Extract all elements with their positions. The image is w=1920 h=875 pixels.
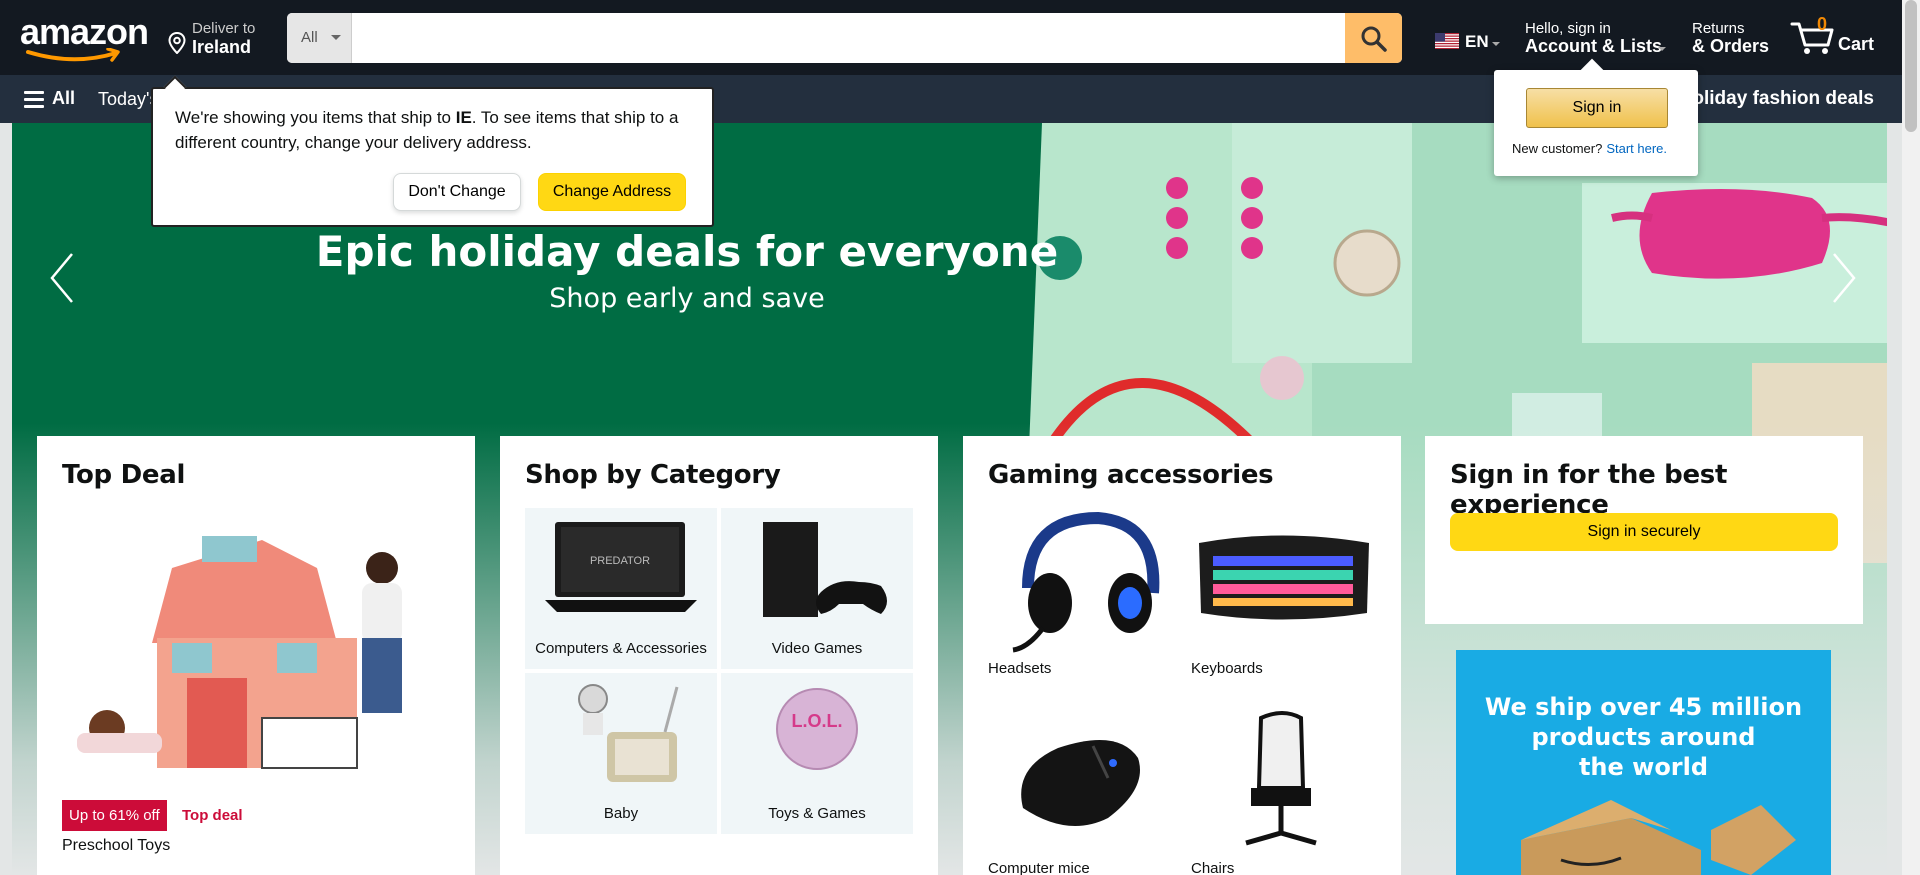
delivery-address-popover: We're showing you items that ship to IE.… (151, 75, 714, 227)
dont-change-button[interactable]: Don't Change (393, 173, 521, 211)
holiday-fashion-deals-link[interactable]: holiday fashion deals (1681, 88, 1874, 110)
card-title: Gaming accessories (988, 460, 1274, 490)
top-deal-tag: Top deal (182, 807, 243, 824)
international-shipping-banner[interactable]: We ship over 45 million products around … (1456, 650, 1831, 875)
cart-icon (1790, 22, 1834, 54)
card-title: Shop by Category (525, 460, 781, 490)
sign-in-button[interactable]: Sign in (1526, 88, 1668, 128)
chevron-down-icon (331, 35, 341, 40)
signin-card: Sign in for the best experience Sign in … (1425, 436, 1863, 624)
mouse-image (1021, 740, 1140, 826)
shop-by-category-card: Shop by Category PREDATOR Computers & Ac… (500, 436, 938, 875)
change-address-button[interactable]: Change Address (538, 173, 686, 211)
card-title: Top Deal (62, 460, 186, 490)
gaming-chairs[interactable]: Chairs (1191, 708, 1376, 875)
toy-ball-image: L.O.L. (776, 688, 858, 770)
returns-orders-link[interactable]: Returns & Orders (1692, 18, 1782, 58)
search-icon (1361, 26, 1387, 52)
card-title: Sign in for the best experience (1450, 460, 1728, 520)
hamburger-menu-icon (24, 91, 44, 112)
category-video-games[interactable]: Video Games (721, 508, 913, 669)
start-here-link[interactable]: Start here. (1606, 141, 1667, 156)
shipping-boxes-image (1521, 800, 1796, 875)
gaming-keyboards[interactable]: Keyboards (1191, 508, 1376, 708)
signin-flyout: Sign in New customer? Start here. (1494, 58, 1698, 176)
deliver-to-label: Deliver to (192, 20, 256, 37)
category-toys-games[interactable]: L.O.L. Toys & Games (721, 673, 913, 834)
gaming-computer-mice[interactable]: Computer mice (988, 708, 1173, 875)
baby-monitor-image (578, 684, 679, 782)
scrollbar-thumb[interactable] (1905, 0, 1917, 132)
chevron-down-icon (1492, 42, 1500, 46)
deliver-to-location[interactable]: Deliver to Ireland (166, 18, 266, 58)
chevron-down-icon (1658, 47, 1666, 51)
location-pin-icon (168, 32, 186, 54)
deliver-country: Ireland (192, 37, 252, 57)
category-baby[interactable]: Baby (525, 673, 717, 834)
new-customer-text: New customer? Start here. (1512, 141, 1668, 156)
cart-link[interactable]: 0 Cart (1790, 14, 1880, 60)
hero-subtitle: Shop early and save (549, 283, 825, 314)
chevron-right-icon (1833, 253, 1856, 303)
page-scrollbar[interactable] (1902, 0, 1920, 875)
laptop-image: PREDATOR (545, 522, 697, 612)
delivery-message: We're showing you items that ship to IE.… (175, 108, 679, 152)
top-nav: amazon Deliver to Ireland All EN Hello, … (0, 0, 1902, 75)
sign-in-securely-button[interactable]: Sign in securely (1450, 513, 1838, 551)
headset-image (1012, 511, 1160, 653)
gaming-headsets[interactable]: Headsets (988, 508, 1173, 708)
search-input[interactable] (352, 13, 1342, 63)
category-computers[interactable]: PREDATOR Computers & Accessories (525, 508, 717, 669)
svg-text:PREDATOR: PREDATOR (590, 555, 650, 567)
discount-badge: Up to 61% off (62, 800, 167, 831)
cart-count: 0 (1817, 14, 1828, 34)
amazon-logo[interactable]: amazon (20, 14, 149, 62)
svg-text:L.O.L.: L.O.L. (792, 711, 843, 731)
search-button[interactable] (1345, 13, 1402, 63)
todays-deals-link[interactable]: Today's (98, 89, 158, 110)
gaming-accessories-card: Gaming accessories Headsets Keyboards Co… (963, 436, 1401, 875)
account-lists-menu[interactable]: Hello, sign in Account & Lists (1525, 18, 1670, 58)
cart-label: Cart (1838, 34, 1875, 54)
keyboard-image (1199, 535, 1369, 620)
us-flag-icon (1435, 33, 1459, 49)
chevron-left-icon (50, 253, 73, 303)
gaming-chair-image (1245, 711, 1317, 846)
carousel-next-button[interactable] (1824, 248, 1864, 308)
carousel-prev-button[interactable] (42, 248, 82, 308)
search-category-select[interactable]: All (287, 13, 352, 63)
hero-title: Epic holiday deals for everyone (315, 227, 1059, 276)
search-bar: All (287, 13, 1402, 63)
game-console-image (763, 522, 887, 617)
deal-product-name[interactable]: Preschool Toys (62, 837, 170, 855)
top-deal-card: Top Deal Up to 61% off Top deal Preschoo… (37, 436, 475, 875)
playhouse-image[interactable] (62, 528, 452, 778)
smile-arrow-icon (26, 48, 120, 62)
